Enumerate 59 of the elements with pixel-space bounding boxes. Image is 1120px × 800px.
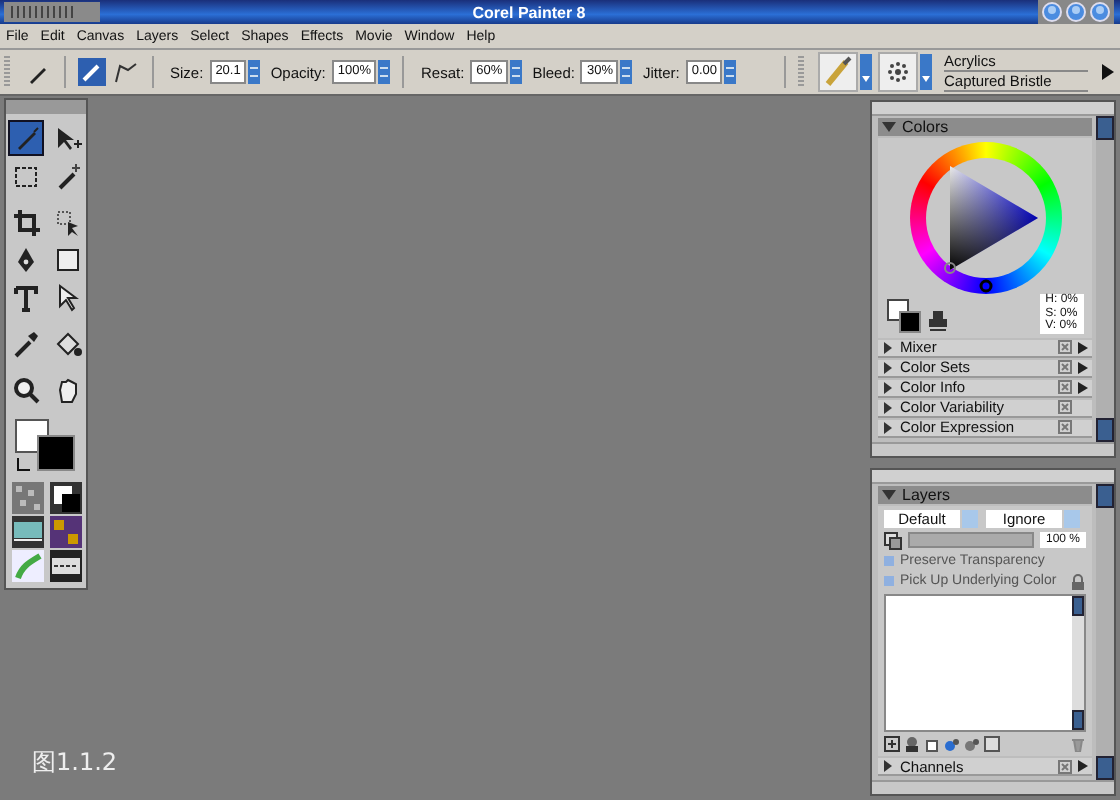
expand-triangle-icon[interactable] [882, 487, 896, 501]
expand-triangle-icon[interactable] [882, 120, 896, 134]
checkbox[interactable] [884, 556, 894, 566]
weave-icon[interactable] [49, 516, 81, 548]
palette-header[interactable]: Layers [878, 485, 1092, 503]
close-icon[interactable] [1058, 380, 1072, 394]
scroll-bar[interactable] [1072, 595, 1084, 730]
close-icon[interactable] [1058, 340, 1072, 354]
window-control-button[interactable] [1066, 2, 1086, 22]
brush-category-icon[interactable] [818, 52, 858, 92]
menu-arrow-icon[interactable] [1078, 381, 1088, 393]
dropdown-icon[interactable] [920, 54, 932, 90]
gradient-icon[interactable] [49, 482, 81, 514]
figure-caption: 图1.1.2 [32, 746, 118, 780]
new-layer-icon[interactable] [924, 736, 940, 752]
palette-title-bar[interactable] [872, 469, 1114, 483]
window-control-button[interactable] [1042, 2, 1062, 22]
brush-tool-icon[interactable] [7, 120, 43, 156]
window-title: Corel Painter 8 [470, 3, 588, 21]
spinner-icon[interactable] [724, 60, 737, 84]
color-swatches-icon[interactable] [886, 297, 922, 333]
expand-triangle-icon[interactable] [882, 760, 894, 772]
dynamic-plugin-icon[interactable] [904, 736, 920, 752]
spinner-icon[interactable] [378, 60, 391, 84]
stamp-icon[interactable] [928, 309, 948, 333]
close-icon[interactable] [1058, 759, 1072, 773]
expand-arrow-icon[interactable] [1100, 62, 1116, 82]
close-icon[interactable] [1058, 420, 1072, 434]
menu-arrow-icon[interactable] [1078, 361, 1088, 373]
palette-header[interactable]: Colors [878, 118, 1092, 136]
layer-mask-icon[interactable] [884, 736, 900, 752]
dropdown-icon[interactable] [860, 54, 872, 90]
close-icon[interactable] [1058, 400, 1072, 414]
checkbox[interactable] [884, 576, 894, 586]
palette-title: Layers [902, 485, 951, 503]
brush-look-icon[interactable] [49, 550, 81, 582]
expand-triangle-icon[interactable] [882, 361, 894, 373]
close-icon[interactable] [1058, 360, 1072, 374]
app-grip-icon [4, 2, 100, 22]
layer-icon[interactable] [884, 531, 902, 549]
expand-triangle-icon[interactable] [882, 381, 894, 393]
color-swatches-icon[interactable] [14, 418, 78, 474]
palette-title: Colors [902, 118, 949, 136]
spinner-icon[interactable] [510, 60, 523, 84]
spinner-icon[interactable] [248, 60, 261, 84]
scroll-bar[interactable] [1096, 483, 1114, 780]
expand-triangle-icon[interactable] [882, 421, 894, 433]
scroll-bar[interactable] [1096, 116, 1114, 441]
expand-triangle-icon[interactable] [882, 341, 894, 353]
lock-icon[interactable] [1070, 573, 1086, 589]
brush-preview-icon[interactable] [78, 58, 106, 86]
menu-arrow-icon[interactable] [1078, 760, 1088, 772]
menu-arrow-icon[interactable] [1078, 341, 1088, 353]
spinner-icon[interactable] [620, 60, 633, 84]
expand-triangle-icon[interactable] [882, 401, 894, 413]
window-control-button[interactable] [1090, 2, 1110, 22]
bristle-icon[interactable] [878, 52, 918, 92]
pattern-icon[interactable] [11, 516, 43, 548]
stroke-icon[interactable] [112, 58, 140, 86]
